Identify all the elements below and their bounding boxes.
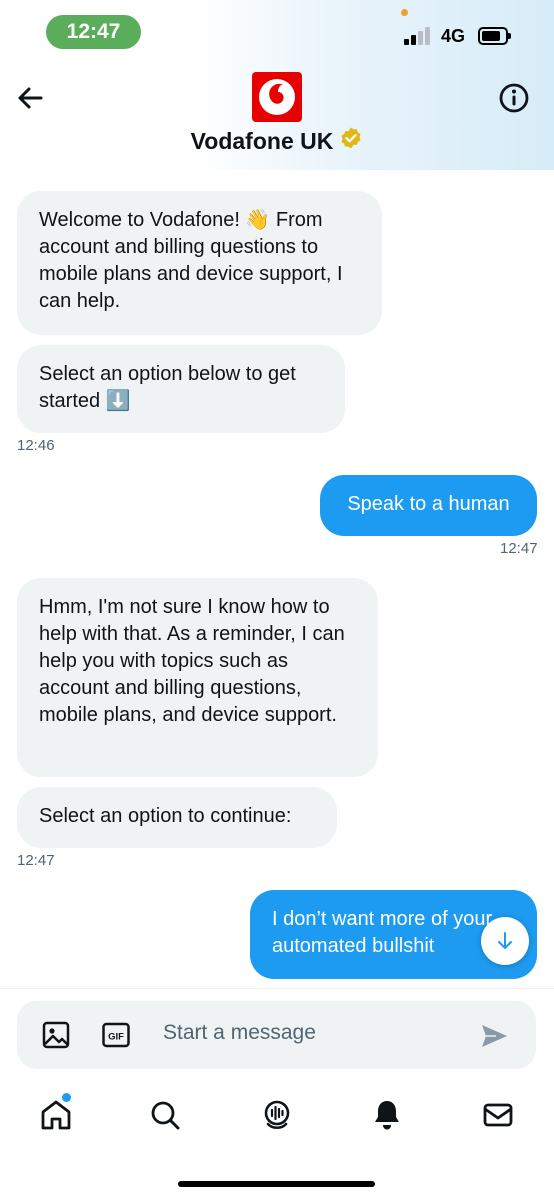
messages-icon[interactable] [480,1097,516,1133]
network-type: 4G [441,26,466,46]
arrow-down-icon [498,932,512,949]
chat-header: 12:47 4G Vodafone UK [0,0,554,170]
battery-icon [478,27,511,45]
info-icon[interactable] [496,80,532,116]
account-name-text: Vodafone UK [190,128,334,154]
verified-badge-icon [339,126,363,156]
bot-message: Select an option below to get started ⬇️ [17,345,345,433]
message-timestamp: 12:47 [500,540,538,557]
search-icon[interactable] [147,1097,183,1133]
gif-label: GIF [108,1032,124,1043]
account-name[interactable]: Vodafone UK [0,126,554,156]
spaces-icon[interactable] [259,1097,295,1133]
bot-message: Welcome to Vodafone! 👋 From account and … [17,191,382,335]
message-timestamp: 12:47 [17,852,55,869]
status-time: 12:47 [46,15,141,49]
home-icon[interactable] [38,1097,74,1133]
gif-icon[interactable]: GIF [101,1020,131,1055]
message-input[interactable]: Start a message [163,1021,316,1045]
back-arrow-icon[interactable] [12,80,48,116]
notification-dot [62,1093,71,1102]
scroll-to-bottom-button[interactable] [481,917,529,965]
message-composer[interactable]: GIF Start a message [17,1001,536,1069]
image-icon[interactable] [41,1020,71,1055]
signal-icon [404,27,434,45]
notifications-icon[interactable] [369,1097,405,1133]
send-icon[interactable] [479,1021,509,1056]
message-timestamp: 12:46 [17,437,55,454]
bot-message: Hmm, I'm not sure I know how to help wit… [17,578,378,777]
home-indicator [178,1181,375,1187]
bot-message: Select an option to continue: [17,787,337,848]
vodafone-logo[interactable] [252,72,302,122]
divider [0,988,554,989]
user-message: Speak to a human [320,475,537,536]
privacy-indicator [401,9,408,16]
